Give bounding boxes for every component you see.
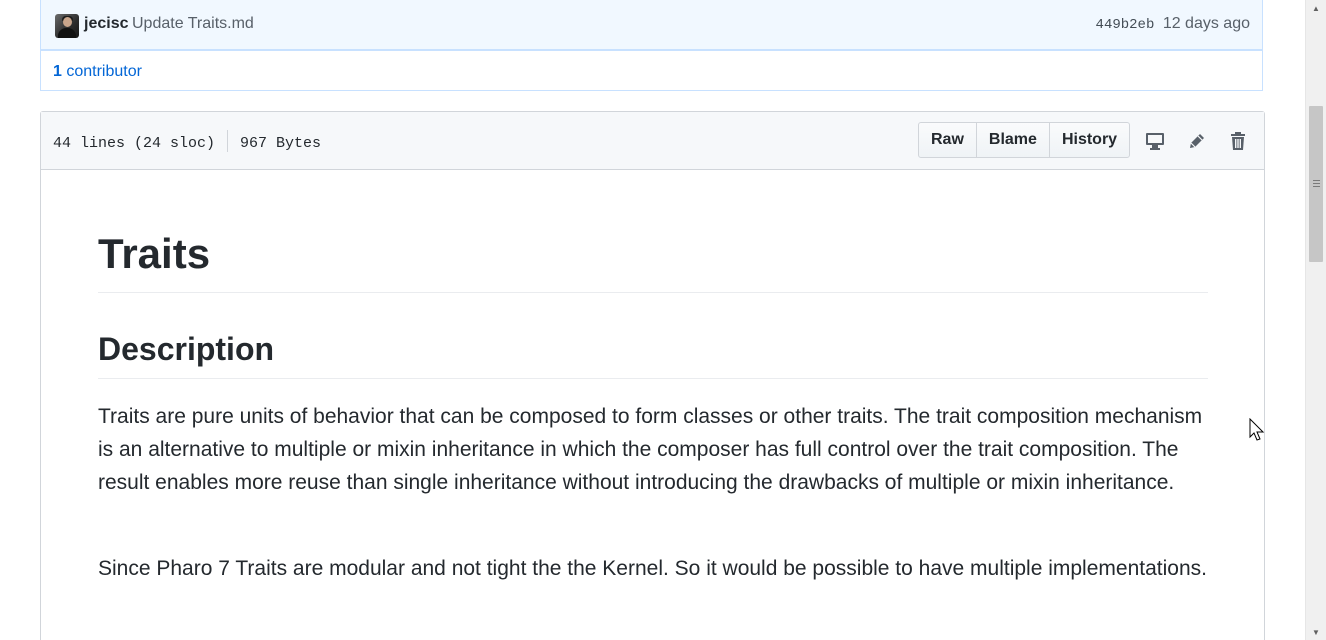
paragraph-traits-intro: Traits are pure units of behavior that c… [98, 405, 1203, 494]
contributors-link[interactable]: 1 contributor [53, 63, 142, 81]
latest-commit-bar: jecisc Update Traits.md 449b2eb 12 days … [40, 0, 1263, 50]
author-avatar[interactable] [55, 14, 79, 38]
raw-button[interactable]: Raw [918, 122, 977, 158]
contributors-label: contributor [66, 63, 142, 80]
file-info: 44 lines (24 sloc) 967 Bytes [53, 130, 322, 154]
contributors-count: 1 [53, 63, 62, 80]
paragraph-pharo7-note: Since Pharo 7 Traits are modular and not… [98, 557, 1207, 580]
file-actions-group: Raw Blame History [918, 122, 1131, 158]
file-size: 967 Bytes [240, 134, 322, 152]
vertical-scrollbar[interactable]: ▲ ▼ [1305, 0, 1326, 640]
scrollbar-grip-icon [1313, 180, 1320, 187]
trash-icon[interactable] [1227, 130, 1249, 152]
blame-button[interactable]: Blame [975, 122, 1050, 158]
scroll-up-arrow-icon[interactable]: ▲ [1306, 0, 1326, 16]
commit-age: 12 days ago [1162, 15, 1250, 32]
pencil-icon[interactable] [1186, 130, 1208, 152]
scroll-down-arrow-icon[interactable]: ▼ [1306, 624, 1326, 640]
contributors-bar: 1 contributor [40, 50, 1263, 91]
commit-author-link[interactable]: jecisc [84, 15, 128, 33]
file-info-divider [227, 130, 229, 152]
file-container: 44 lines (24 sloc) 967 Bytes Raw Blame Hi… [40, 111, 1265, 640]
file-lines: 44 lines (24 sloc) [53, 134, 216, 152]
commit-sha-link[interactable]: 449b2eb [1096, 17, 1155, 33]
section-heading-description: Description [98, 331, 1208, 379]
mouse-cursor-icon [1249, 418, 1265, 441]
commit-message-link[interactable]: Update Traits.md [132, 15, 254, 33]
page-viewport: jecisc Update Traits.md 449b2eb 12 days … [0, 0, 1305, 640]
file-header: 44 lines (24 sloc) 967 Bytes Raw Blame Hi… [41, 112, 1264, 170]
scrollbar-thumb[interactable] [1309, 106, 1323, 262]
readme-title: Traits [98, 230, 1208, 293]
desktop-icon[interactable] [1144, 130, 1166, 152]
commit-meta: 449b2eb 12 days ago [1096, 15, 1250, 33]
history-button[interactable]: History [1048, 122, 1131, 158]
